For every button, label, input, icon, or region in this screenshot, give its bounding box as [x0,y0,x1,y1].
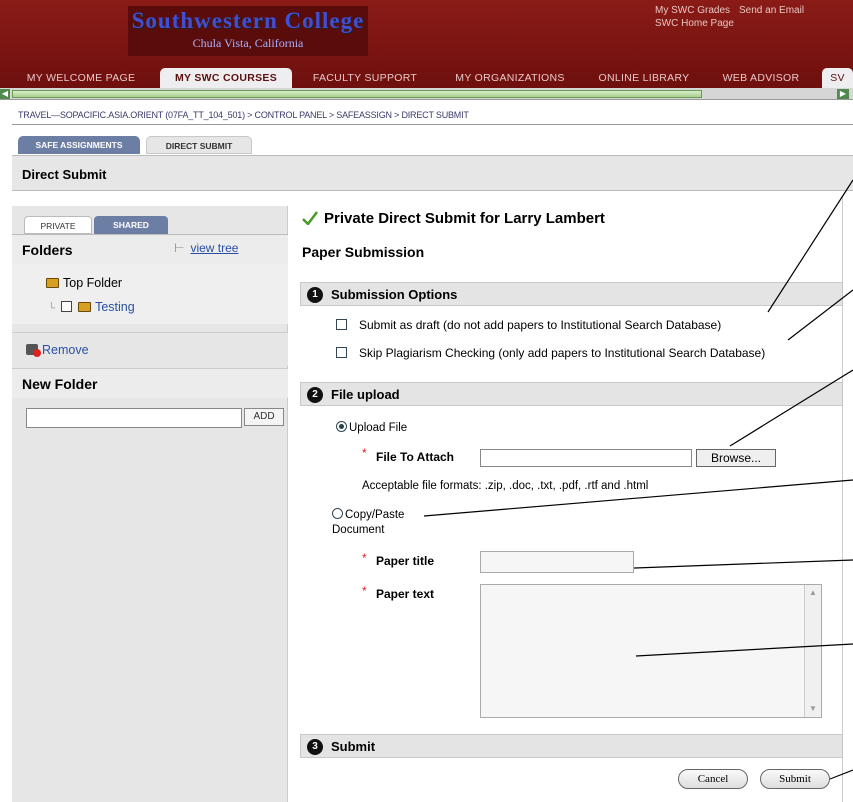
horizontal-scrollbar[interactable]: ◀ ▶ [0,88,853,100]
upload-file-option[interactable]: Upload File [336,421,407,434]
callout-line [633,559,853,569]
grades-link[interactable]: My SWC Grades [655,4,730,17]
upload-file-radio[interactable] [336,421,347,432]
home-page-link[interactable]: SWC Home Page [655,17,734,30]
tab-direct-submit[interactable]: DIRECT SUBMIT [146,136,252,154]
submit-section-title: Submit [331,739,376,754]
browse-button[interactable]: Browse... [696,449,776,467]
testing-folder-item[interactable]: └ Testing [48,300,135,314]
upload-file-label: Upload File [349,422,408,434]
folders-header: Folders ⊢ view tree [12,234,288,264]
tab-my-swc-courses[interactable]: MY SWC COURSES [160,68,292,88]
submit-draft-option[interactable]: Submit as draft (do not add papers to In… [336,318,721,332]
college-logo[interactable]: Southwestern College Chula Vista, Califo… [128,6,368,56]
scroll-right-icon[interactable]: ▶ [837,89,849,99]
scroll-down-icon[interactable]: ▼ [808,704,818,714]
page-title: Direct Submit [22,167,107,182]
breadcrumb[interactable]: TRAVEL—SOPACIFIC.ASIA.ORIENT (07FA_TT_10… [18,110,469,120]
folder-icon [78,302,92,312]
logo-title: Southwestern College [131,8,365,33]
section-header: Direct Submit [12,155,853,191]
new-folder-input[interactable] [26,408,242,428]
file-formats-note: Acceptable file formats: .zip, .doc, .tx… [362,480,649,492]
textarea-scrollbar[interactable]: ▲ ▼ [804,585,821,717]
required-asterisk: * [362,446,367,460]
main-title: Private Direct Submit for Larry Lambert [302,210,605,227]
tab-shared[interactable]: SHARED [94,216,168,234]
remove-label: Remove [42,343,89,357]
folder-tree: Top Folder └ Testing [12,264,288,324]
file-to-attach-label: File To Attach [376,450,454,464]
tab-safe-assignments[interactable]: SAFE ASSIGNMENTS [18,136,140,154]
skip-plagiarism-checkbox[interactable] [336,347,347,358]
tab-faculty-support[interactable]: FACULTY SUPPORT [300,68,430,88]
remove-icon [26,344,41,357]
tab-my-organizations[interactable]: MY ORGANIZATIONS [436,68,584,88]
file-path-input[interactable] [480,449,692,467]
folders-title: Folders [22,242,73,258]
testing-checkbox[interactable] [61,301,73,312]
divider [12,124,853,125]
paper-title-label: Paper title [376,554,435,568]
submission-options-header: 1 Submission Options [300,282,843,306]
testing-folder-label[interactable]: Testing [95,300,135,314]
paper-title-input[interactable] [480,551,634,573]
checkmark-icon [302,211,318,225]
paper-submission-heading: Paper Submission [302,244,425,260]
tree-icon: ⊢ [174,241,185,255]
tab-sv[interactable]: SV [822,68,853,88]
tab-my-welcome-page[interactable]: MY WELCOME PAGE [8,68,154,88]
step-1-icon: 1 [307,287,323,303]
main-title-text: Private Direct Submit for Larry Lambert [324,210,605,227]
folder-icon [46,278,59,288]
scroll-thumb[interactable] [12,90,702,98]
new-folder-title: New Folder [22,376,98,392]
view-tree-link[interactable]: ⊢ view tree [174,241,238,255]
send-email-link[interactable]: Send an Email [739,4,804,17]
tab-online-library[interactable]: ONLINE LIBRARY [588,68,700,88]
required-asterisk: * [362,584,367,598]
step-3-icon: 3 [307,739,323,755]
submit-draft-label: Submit as draft (do not add papers to In… [359,318,722,332]
tab-private[interactable]: PRIVATE [24,216,92,234]
folder-sidebar: PRIVATE SHARED Folders ⊢ view tree Top Fo… [12,206,288,802]
file-upload-header: 2 File upload [300,382,843,406]
copy-paste-option[interactable]: Copy/Paste Document [332,508,422,538]
cancel-button[interactable]: Cancel [678,769,748,789]
remove-row: Remove [12,332,288,366]
submit-header: 3 Submit [300,734,843,758]
top-folder-label: Top Folder [63,276,123,290]
submission-options-title: Submission Options [331,287,458,302]
copy-paste-radio[interactable] [332,508,343,519]
skip-plagiarism-label: Skip Plagiarism Checking (only add paper… [359,346,766,360]
step-2-icon: 2 [307,387,323,403]
add-folder-button[interactable]: ADD [244,408,284,426]
tree-branch-icon: └ [48,303,56,314]
tab-web-advisor[interactable]: WEB ADVISOR [706,68,816,88]
site-header: Southwestern College Chula Vista, Califo… [0,0,853,88]
view-tree-label[interactable]: view tree [190,241,238,255]
logo-subtitle: Chula Vista, California [192,36,304,50]
paper-text-area[interactable]: ▲ ▼ [480,584,822,718]
scroll-left-icon[interactable]: ◀ [0,89,10,99]
skip-plagiarism-option[interactable]: Skip Plagiarism Checking (only add paper… [336,346,765,360]
file-upload-title: File upload [331,387,400,402]
new-folder-header: New Folder [12,368,288,398]
submit-button[interactable]: Submit [760,769,830,789]
top-folder-item[interactable]: Top Folder [46,276,122,290]
scroll-up-icon[interactable]: ▲ [808,588,818,598]
required-asterisk: * [362,551,367,565]
submit-draft-checkbox[interactable] [336,319,347,330]
paper-text-label: Paper text [376,587,435,601]
remove-button[interactable]: Remove [26,343,89,357]
